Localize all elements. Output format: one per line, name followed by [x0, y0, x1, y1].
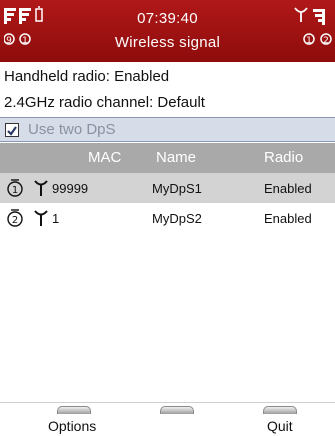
table-row[interactable]: 1 99999 MyDpS1 Enabled	[0, 173, 335, 203]
row-radio: Enabled	[264, 211, 312, 226]
column-header-mac: MAC	[88, 149, 122, 166]
dps-2-icon: 1	[303, 33, 315, 46]
row-name: MyDpS1	[152, 181, 202, 196]
table-row[interactable]: 2 1 MyDpS2 Enabled	[0, 203, 335, 233]
svg-text:2: 2	[12, 215, 18, 226]
right-softkey-tab[interactable]	[263, 406, 297, 414]
softkey-bar: Options Quit	[0, 402, 335, 436]
dps-1-icon: 2	[320, 33, 332, 46]
antenna-icon	[34, 179, 48, 200]
middle-softkey-tab[interactable]	[160, 406, 194, 414]
radio-channel-status: 2.4GHz radio channel: Default	[4, 94, 205, 111]
use-two-dps-option[interactable]: Use two DpS	[0, 117, 335, 142]
dps-1-icon: 1	[6, 177, 24, 202]
options-softkey[interactable]: Options	[48, 418, 96, 434]
svg-text:2: 2	[323, 36, 329, 46]
quit-softkey[interactable]: Quit	[267, 418, 293, 434]
checkmark-icon	[7, 126, 17, 136]
antenna-icon	[34, 209, 48, 230]
row-radio: Enabled	[264, 181, 312, 196]
use-two-dps-label: Use two DpS	[28, 121, 116, 138]
row-mac: 1	[52, 211, 60, 226]
left-softkey-tab[interactable]	[57, 406, 91, 414]
status-header: 9 1 07:39:40 Wireless signal 1 2	[0, 0, 335, 62]
dps-2-icon: 2	[6, 207, 24, 232]
table-header: MAC Name Radio	[0, 143, 335, 173]
column-header-name: Name	[156, 149, 197, 166]
column-header-radio: Radio	[264, 149, 304, 166]
svg-text:1: 1	[306, 36, 312, 46]
status-icons-right: 1 2	[273, 6, 333, 56]
signal-bars-icon	[313, 9, 325, 25]
row-mac: 99999	[52, 181, 89, 196]
use-two-dps-checkbox[interactable]	[5, 123, 19, 137]
svg-text:1: 1	[12, 185, 18, 196]
row-name: MyDpS2	[152, 211, 202, 226]
antenna-icon	[294, 7, 308, 22]
handheld-radio-status: Handheld radio: Enabled	[4, 68, 170, 85]
